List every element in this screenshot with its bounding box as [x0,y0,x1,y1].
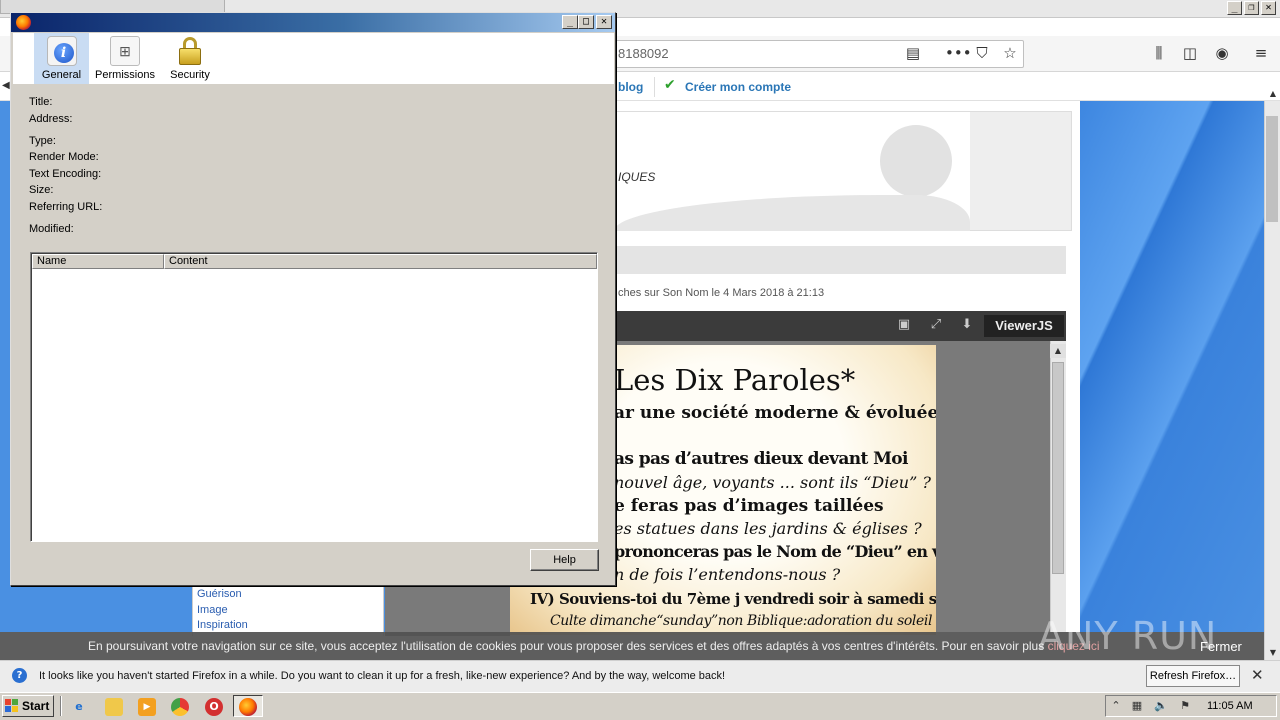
maximize-button[interactable]: □ [578,15,594,29]
presentation-icon[interactable]: ▣ [895,316,913,334]
doc-line: IV) Souviens-toi du 7ème j vendredi soir… [530,590,936,608]
page-scroll-up-icon[interactable]: ▲ [1265,87,1280,101]
doc-line: n de fois l’entendons-nous ? [614,565,841,584]
column-header-name[interactable]: Name [32,254,164,269]
header-avatar-circle [880,125,952,197]
tab-label: General [41,69,82,81]
volume-icon[interactable]: 🔈 [1154,699,1168,713]
reader-view-icon[interactable]: ▤ [904,44,922,62]
permissions-icon: ⊞ [110,36,140,66]
firefox-icon [16,15,31,30]
scroll-left-icon[interactable]: ◀ [2,80,10,91]
action-center-icon[interactable]: ⚑ [1178,699,1192,713]
page-scroll-down-icon[interactable]: ▼ [1265,646,1280,660]
cookie-text: En poursuivant votre navigation sur ce s… [88,639,1100,653]
post-date: le 4 Mars 2018 à 21:13 [711,287,825,299]
tab-security[interactable]: Security [164,33,216,84]
bookmark-separator [654,77,655,97]
checkmark-icon: ✔ [664,77,676,93]
sidebar-icon[interactable]: ◫ [1181,44,1199,62]
tray-expand-icon[interactable]: ⌃ [1109,699,1123,713]
chrome-icon[interactable] [171,698,189,716]
refresh-firefox-button[interactable]: Refresh Firefox… [1146,665,1240,687]
dialog-titlebar[interactable] [11,13,615,32]
modified-label: Modified: [29,223,74,235]
column-header-content[interactable]: Content [164,254,597,269]
close-button[interactable]: ✕ [1261,1,1276,15]
render-mode-label: Render Mode: [29,151,99,163]
bookmark-star-icon[interactable]: ☆ [1001,44,1019,62]
address-label: Address: [29,113,73,125]
doc-line: prononceras pas le Nom de “Dieu” en vain [614,542,936,561]
category-item[interactable]: Guérison [197,588,242,600]
tab-label: Security [170,69,210,81]
page-scroll-thumb[interactable] [1266,116,1278,222]
tab-general[interactable]: i General [34,33,89,84]
network-icon[interactable]: ▦ [1130,699,1144,713]
library-icon[interactable]: ⫼ [1150,44,1168,62]
header-side-panel [970,112,1071,230]
post-title-bar [614,246,1066,274]
title-label: Title: [29,96,53,108]
notification-text: It looks like you haven't started Firefo… [39,670,726,682]
minimize-button[interactable]: _ [562,15,578,29]
lock-icon [175,36,205,66]
folder-icon[interactable] [105,698,123,716]
bookmark-blog[interactable]: blog [618,80,643,94]
account-icon[interactable]: ◉ [1213,44,1231,62]
minimize-button[interactable]: _ [1227,1,1242,15]
menu-icon[interactable]: ≡ [1252,44,1270,62]
doc-line: ar une société moderne & évoluée ? [614,403,936,423]
viewer-scroll-thumb[interactable] [1052,362,1064,574]
referring-url-label: Referring URL: [29,201,103,213]
post-meta: ches sur Son Nom le 4 Mars 2018 à 21:13 [618,287,824,299]
media-player-icon[interactable]: ▶ [138,698,156,716]
doc-line: Les Dix Paroles* [614,363,856,397]
background-stripes [1080,101,1264,632]
firefox-icon [239,698,257,716]
fullscreen-icon[interactable]: ⤢ [927,316,945,334]
taskbar [0,692,1280,720]
doc-line: Culte dimanche“sunday”non Biblique:adora… [550,613,933,629]
close-button[interactable]: ✕ [596,15,612,29]
viewer-name[interactable]: ViewerJS [984,315,1064,337]
cookie-close-button[interactable]: Fermer [1200,639,1242,654]
page-actions-icon[interactable]: ••• [945,44,972,62]
cookie-message: En poursuivant votre navigation sur ce s… [88,639,1045,653]
tab-label: Permissions [95,69,155,81]
category-item[interactable]: Image [197,604,228,616]
dialog-window-controls: _ □ ✕ [562,15,612,29]
close-icon[interactable]: ✕ [1251,666,1264,684]
help-button[interactable]: Help [530,549,599,571]
anyrun-watermark: ANY RUN [1038,614,1218,658]
doc-line: nouvel âge, voyants ... sont ils “Dieu” … [614,473,931,492]
viewer-scroll-up-icon[interactable]: ▲ [1050,344,1066,358]
doc-line: e feras pas d’images taillées [614,496,884,516]
text-encoding-label: Text Encoding: [29,168,102,180]
taskbar-separator [60,696,62,716]
opera-icon[interactable]: O [205,698,223,716]
taskbar-clock[interactable]: 11:05 AM [1207,700,1253,712]
download-icon[interactable]: ⬇ [958,316,976,334]
blog-header-text: IQUES [618,170,656,184]
post-author[interactable]: ches sur Son Nom [618,287,708,299]
viewer-canvas-lower [385,586,510,636]
windows-logo-icon [5,699,19,712]
category-item[interactable]: Inspiration [197,619,248,631]
url-text[interactable]: 8188092 [618,46,669,61]
type-label: Type: [29,135,56,147]
doc-line: as pas d’autres dieux devant Moi [614,449,909,469]
info-icon: i [46,36,77,66]
maximize-button[interactable]: ❐ [1244,1,1259,15]
help-icon: ? [12,668,27,683]
tab-permissions[interactable]: ⊞ Permissions [94,33,156,84]
doc-line: es statues dans les jardins & églises ? [614,519,922,538]
pocket-icon[interactable]: ⛉ [973,44,991,62]
meta-table[interactable] [30,252,598,542]
bookmark-create-account[interactable]: Créer mon compte [685,80,791,94]
firefox-window-controls: _ ❐ ✕ [1227,1,1276,15]
internet-explorer-icon[interactable]: e [70,698,88,716]
size-label: Size: [29,184,54,196]
